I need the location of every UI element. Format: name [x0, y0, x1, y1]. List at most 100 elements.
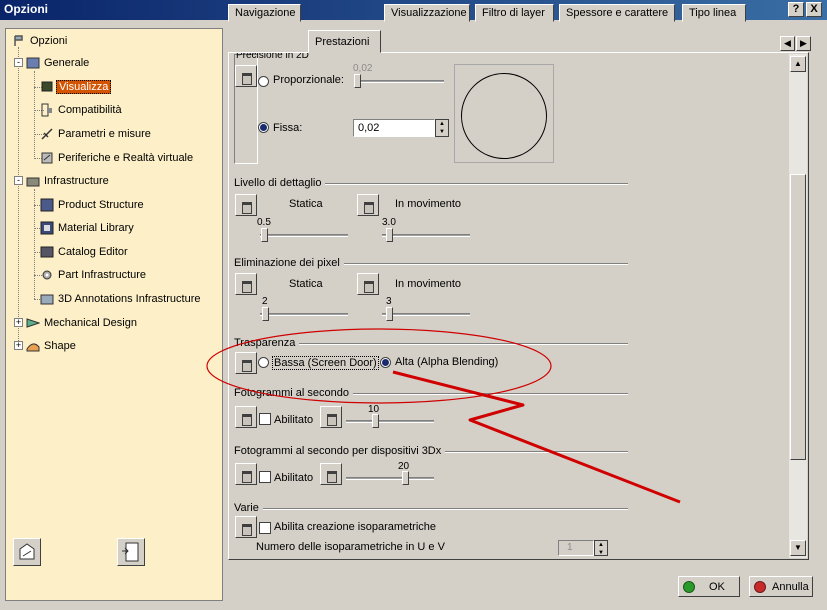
pixel-moving-label: In movimento — [395, 278, 462, 290]
fps-slider-track — [346, 420, 434, 423]
panel-scrollbar[interactable]: ▲ ▼ — [789, 54, 807, 558]
tab-scroll-right-button[interactable]: ▶ — [796, 36, 811, 51]
tab-prestazioni[interactable]: Prestazioni — [308, 30, 381, 53]
export-options-button[interactable] — [117, 538, 145, 566]
fissa-label: Fissa: — [273, 122, 303, 134]
lod-static-lock-button[interactable] — [235, 194, 257, 216]
tree-expander-infrastructure[interactable]: - — [14, 176, 23, 185]
tree-expander-generale[interactable]: - — [14, 58, 23, 67]
proporzionale-label: Proporzionale: — [273, 74, 344, 86]
tab-navigazione[interactable]: Navigazione — [228, 4, 301, 22]
fps-lock-button[interactable] — [235, 406, 257, 428]
tab-scroll-left-button[interactable]: ◀ — [780, 36, 795, 51]
tree-item-material-library[interactable]: Material Library — [40, 219, 136, 237]
fps3dx-lock-button[interactable] — [235, 463, 257, 485]
tab-spessore-e-carattere[interactable]: Spessore e carattere — [559, 4, 675, 22]
lod-moving-slider-thumb[interactable] — [386, 228, 393, 242]
lod-static-slider-thumb[interactable] — [261, 228, 268, 242]
pixel-static-slider-thumb[interactable] — [262, 307, 269, 321]
fissa-input[interactable]: 0,02 — [353, 119, 435, 137]
fissa-radio[interactable] — [258, 122, 269, 133]
cancel-button[interactable]: Annulla — [749, 576, 813, 597]
tree-item-part-infrastructure[interactable]: Part Infrastructure — [40, 266, 148, 284]
precision-group-title: Precisione in 2D — [236, 53, 309, 59]
devices-icon — [40, 151, 54, 165]
options-tree: Opzioni - Generale Visualizza Compatibil… — [5, 28, 223, 601]
tab-visualizzazione[interactable]: Visualizzazione — [384, 4, 470, 22]
tree-item-label: Parametri e misure — [58, 128, 151, 140]
precision-lock-button[interactable] — [235, 65, 257, 87]
scroll-down-button[interactable]: ▼ — [790, 540, 806, 556]
tree-item-label: Material Library — [58, 222, 134, 234]
iso-count-input[interactable]: 1 — [558, 540, 594, 556]
ok-icon — [683, 580, 695, 593]
pixel-static-slider-track — [260, 313, 348, 316]
tab-filtro-di-layer[interactable]: Filtro di layer — [475, 4, 554, 22]
transparency-low-label[interactable]: Bassa (Screen Door) — [272, 356, 379, 370]
tab-tipo-linea[interactable]: Tipo linea — [682, 4, 746, 22]
tree-item-product-structure[interactable]: Product Structure — [40, 196, 146, 214]
tree-expander-shape[interactable]: + — [14, 341, 23, 350]
ok-button[interactable]: OK — [678, 576, 740, 597]
tree-item-label: Mechanical Design — [44, 317, 137, 329]
tree-item-opzioni[interactable]: Opzioni — [12, 32, 69, 50]
export-icon — [122, 542, 139, 562]
iso-count-spinner[interactable]: ▲ ▼ — [594, 540, 608, 556]
lod-group-title: Livello di dettaglio — [234, 177, 326, 189]
misc-iso-lock-button[interactable] — [235, 516, 257, 538]
parameters-icon — [40, 127, 54, 141]
tree-expander-mechanical[interactable]: + — [14, 318, 23, 327]
tree-item-compatibilita[interactable]: Compatibilità — [40, 101, 124, 119]
close-button[interactable]: X — [806, 2, 822, 17]
lod-moving-lock-button[interactable] — [357, 194, 379, 216]
tree-item-visualizza[interactable]: Visualizza — [40, 78, 112, 96]
fps-value-lock-button[interactable] — [320, 406, 342, 428]
pixel-static-lock-button[interactable] — [235, 273, 257, 295]
fps3dx-slider-track — [346, 477, 434, 480]
fps3dx-value-lock-button[interactable] — [320, 463, 342, 485]
pixel-static-label: Statica — [289, 278, 323, 290]
proporzionale-radio[interactable] — [258, 76, 269, 87]
spin-up-icon: ▲ — [439, 121, 445, 127]
tree-item-3d-annotations[interactable]: 3D Annotations Infrastructure — [40, 290, 202, 308]
compatibility-icon — [40, 103, 54, 117]
fps3dx-enabled-checkbox[interactable] — [259, 471, 271, 483]
transparency-low-radio[interactable] — [258, 357, 269, 368]
scroll-thumb[interactable] — [790, 174, 806, 460]
tree-item-shape[interactable]: Shape — [26, 337, 78, 355]
reset-options-button[interactable] — [13, 538, 41, 566]
tree-item-label: Compatibilità — [58, 104, 122, 116]
scroll-up-button[interactable]: ▲ — [790, 56, 806, 72]
lod-static-value: 0.5 — [257, 217, 271, 228]
tree-item-mechanical-design[interactable]: Mechanical Design — [26, 314, 139, 332]
infrastructure-icon — [26, 174, 40, 188]
fps3dx-slider-thumb[interactable] — [402, 471, 409, 485]
tree-item-generale[interactable]: Generale — [26, 54, 91, 72]
iso-creation-checkbox[interactable] — [259, 522, 271, 534]
ok-label: OK — [709, 580, 725, 593]
tree-item-label: Visualizza — [56, 80, 112, 94]
tree-item-periferiche[interactable]: Periferiche e Realtà virtuale — [40, 149, 195, 167]
pixel-group-title: Eliminazione dei pixel — [234, 257, 344, 269]
tree-item-catalog-editor[interactable]: Catalog Editor — [40, 243, 130, 261]
proporzionale-slider-thumb[interactable] — [354, 74, 361, 88]
help-button[interactable]: ? — [788, 2, 804, 17]
transparency-lock-button[interactable] — [235, 352, 257, 374]
transparency-high-radio[interactable] — [380, 357, 391, 368]
lod-moving-slider-track — [382, 234, 470, 237]
pixel-moving-slider-thumb[interactable] — [386, 307, 393, 321]
preview-circle — [461, 73, 547, 159]
tree-item-parametri[interactable]: Parametri e misure — [40, 125, 153, 143]
tree-item-label: Infrastructure — [44, 175, 109, 187]
pixel-moving-value: 3 — [386, 296, 392, 307]
iso-count-label: Numero delle isoparametriche in U e V — [256, 541, 445, 553]
product-structure-icon — [40, 198, 54, 212]
pixel-moving-lock-button[interactable] — [357, 273, 379, 295]
fps-enabled-checkbox[interactable] — [259, 413, 271, 425]
tree-item-label: Catalog Editor — [58, 246, 128, 258]
fissa-spinner[interactable]: ▲ ▼ — [435, 119, 449, 137]
transparency-high-label[interactable]: Alta (Alpha Blending) — [395, 356, 498, 368]
tree-item-infrastructure[interactable]: Infrastructure — [26, 172, 111, 190]
fps-slider-thumb[interactable] — [372, 414, 379, 428]
precision-preview — [454, 64, 554, 163]
